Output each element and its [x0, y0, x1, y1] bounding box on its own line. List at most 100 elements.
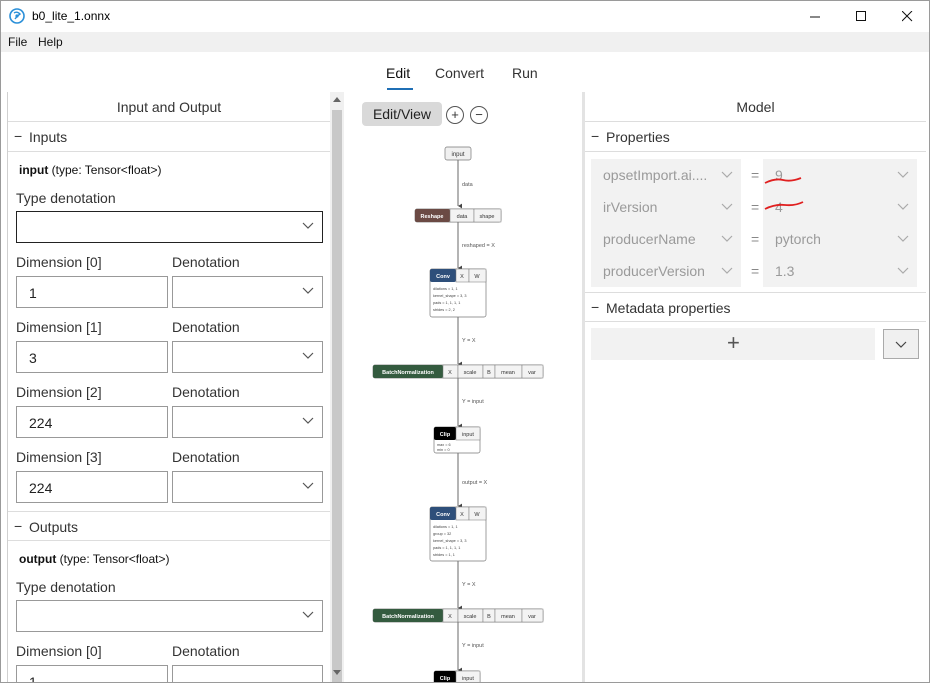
graph-node-batchnormalization[interactable]: BatchNormalization X scale B mean var	[372, 608, 544, 623]
chevron-down-icon	[895, 341, 907, 348]
denotation-3-select[interactable]	[172, 471, 323, 503]
node-input-label: X	[460, 512, 464, 518]
chevron-down-icon	[721, 235, 733, 242]
inputs-section-header[interactable]: − Inputs	[8, 122, 330, 152]
add-metadata-button[interactable]: +	[591, 328, 875, 360]
graph-panel: Edit/View + − input data Reshape data sh…	[344, 92, 582, 683]
graph-node-clip[interactable]: Clip input max = 6 min = 0	[433, 426, 481, 454]
dimension-label: Dimension [3]	[16, 449, 102, 465]
graph-node-conv[interactable]: Conv X W dilations = 1, 1 kernel_shape =…	[429, 268, 487, 318]
denotation-label: Denotation	[172, 319, 240, 335]
property-row: producerName = pytorch	[591, 223, 921, 255]
property-value-select[interactable]: 1.3	[763, 255, 917, 287]
properties-section-label: Properties	[606, 129, 670, 145]
minimize-button[interactable]	[792, 1, 838, 32]
property-key: irVersion	[603, 199, 658, 215]
zoom-out-button[interactable]: −	[470, 106, 488, 124]
zoom-in-button[interactable]: +	[446, 106, 464, 124]
node-input-label: scale	[464, 614, 477, 620]
scroll-down-icon[interactable]	[333, 670, 341, 676]
property-value: pytorch	[775, 231, 821, 247]
dimension-0-input[interactable]: 1	[16, 276, 168, 308]
edge-label: Y = input	[462, 399, 484, 405]
equals-sign: =	[751, 199, 760, 215]
maximize-button[interactable]	[838, 1, 884, 32]
model-graph[interactable]: input data Reshape data shape reshaped =…	[344, 132, 582, 683]
menu-help[interactable]: Help	[38, 35, 63, 49]
edge-label: reshaped = X	[462, 243, 495, 249]
node-attribute: pads = 1, 1, 1, 1	[433, 301, 460, 305]
outputs-section-header[interactable]: − Outputs	[8, 511, 330, 541]
node-input-label: var	[528, 370, 536, 376]
denotation-2-select[interactable]	[172, 406, 323, 438]
dimension-2-value: 224	[29, 415, 53, 431]
close-button[interactable]	[884, 1, 929, 32]
property-key: opsetImport.ai....	[603, 167, 708, 183]
zoom-in-icon: +	[451, 107, 459, 122]
red-annotation-marks	[764, 177, 804, 210]
graph-node-input[interactable]: input	[444, 146, 472, 161]
denotation-label: Denotation	[172, 254, 240, 270]
input-type-denotation-select[interactable]	[16, 211, 323, 243]
denotation-0-select[interactable]	[172, 276, 323, 308]
property-key-select[interactable]: opsetImport.ai....	[591, 159, 741, 191]
equals-sign: =	[751, 263, 760, 279]
property-key: producerVersion	[603, 263, 705, 279]
dimension-1-input[interactable]: 3	[16, 341, 168, 373]
edge-label: Y = X	[462, 338, 476, 344]
left-panel-scrollbar[interactable]	[330, 92, 344, 682]
property-key-select[interactable]: producerVersion	[591, 255, 741, 287]
chevron-down-icon	[721, 267, 733, 274]
chevron-down-icon	[302, 287, 314, 294]
node-attribute: min = 0	[437, 448, 450, 452]
graph-node-clip[interactable]: Clip input	[433, 670, 481, 683]
node-input-label: data	[457, 214, 469, 220]
dimension-2-input[interactable]: 224	[16, 406, 168, 438]
node-attribute: kernel_shape = 3, 3	[433, 294, 466, 298]
scrollbar-thumb[interactable]	[332, 110, 342, 682]
tab-convert[interactable]: Convert	[435, 65, 484, 81]
edit-view-button[interactable]: Edit/View	[362, 102, 442, 126]
title-bar: b0_lite_1.onnx	[1, 1, 929, 32]
node-input-label: shape	[480, 214, 495, 220]
property-value-select[interactable]: pytorch	[763, 223, 917, 255]
graph-node-conv[interactable]: Conv X W dilations = 1, 1 group = 32 ker…	[429, 506, 487, 562]
scroll-up-icon[interactable]	[333, 96, 341, 102]
property-key-select[interactable]: producerName	[591, 223, 741, 255]
graph-node-reshape[interactable]: Reshape data shape	[414, 208, 502, 223]
menu-file[interactable]: File	[8, 35, 27, 49]
input-type: (type: Tensor<float>)	[48, 163, 162, 177]
metadata-section-header[interactable]: − Metadata properties	[585, 292, 926, 322]
node-label: Conv	[436, 274, 451, 280]
properties-section-header[interactable]: − Properties	[585, 122, 926, 152]
denotation-1-select[interactable]	[172, 341, 323, 373]
collapse-icon: −	[591, 128, 600, 144]
property-row: producerVersion = 1.3	[591, 255, 921, 287]
chevron-down-icon	[721, 171, 733, 178]
node-attribute: dilations = 1, 1	[433, 287, 458, 291]
node-attribute: group = 32	[433, 532, 451, 536]
type-denotation-label: Type denotation	[16, 579, 116, 595]
tab-run[interactable]: Run	[512, 65, 538, 81]
metadata-dropdown-button[interactable]	[883, 329, 919, 359]
dimension-label: Dimension [1]	[16, 319, 102, 335]
plus-icon: +	[727, 330, 740, 355]
property-key-select[interactable]: irVersion	[591, 191, 741, 223]
dimension-label: Dimension [0]	[16, 254, 102, 270]
dimension-3-input[interactable]: 224	[16, 471, 168, 503]
outputs-section-label: Outputs	[29, 519, 79, 535]
output-denotation-0-select[interactable]	[172, 665, 323, 682]
output-dimension-0-input[interactable]: 1	[16, 665, 168, 682]
edge-label: output = X	[462, 480, 488, 486]
property-key: producerName	[603, 231, 696, 247]
chevron-down-icon	[721, 203, 733, 210]
tab-edit[interactable]: Edit	[386, 65, 410, 81]
graph-node-batchnormalization[interactable]: BatchNormalization X scale B mean var	[372, 364, 544, 379]
property-value: 1.3	[775, 263, 795, 279]
chevron-down-icon	[897, 267, 909, 274]
node-attribute: dilations = 1, 1	[433, 525, 458, 529]
property-row: opsetImport.ai.... = 9	[591, 159, 921, 191]
output-type-denotation-select[interactable]	[16, 600, 323, 632]
chevron-down-icon	[302, 611, 314, 618]
chevron-down-icon	[302, 482, 314, 489]
